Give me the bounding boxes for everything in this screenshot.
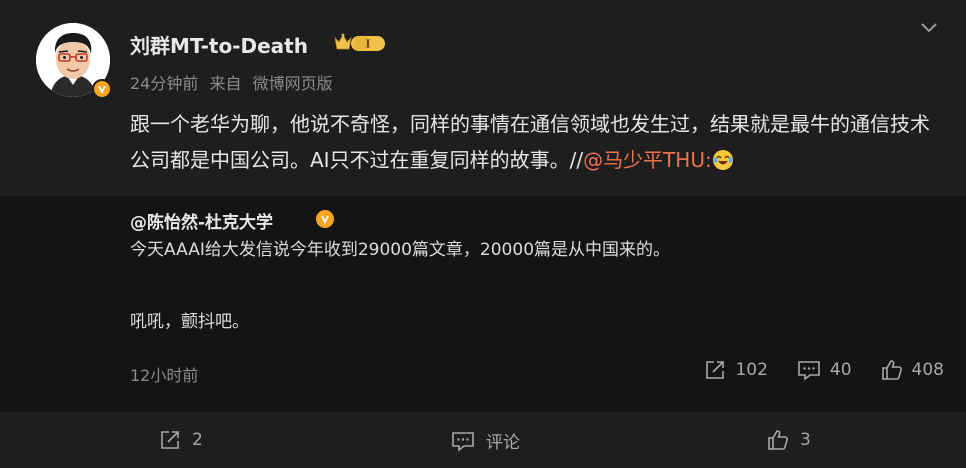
repost-author[interactable]: @陈怡然-杜克大学 (130, 208, 273, 233)
repost-actions: 102 40 408 (675, 358, 944, 382)
post-body: 跟一个老华为聊，他说不奇怪，同样的事情在通信领域也发生过，结果就是最牛的通信技术… (130, 106, 930, 178)
repost-time[interactable]: 12小时前 (130, 362, 198, 386)
chevron-down-icon[interactable] (918, 20, 940, 36)
share-icon (161, 431, 179, 449)
post-meta: 24分钟前 来自 微博网页版 (130, 70, 339, 94)
repost-text-line1: 今天AAAI给大发信说今年收到29000篇文章，20000篇是从中国来的。 (130, 240, 671, 260)
post-text: 跟一个老华为聊，他说不奇怪，同样的事情在通信领域也发生过，结果就是最牛的通信技术… (130, 112, 930, 172)
repost-text: 今天AAAI给大发信说今年收到29000篇文章，20000篇是从中国来的。 吼吼… (130, 238, 670, 334)
like-button[interactable]: 3 (766, 428, 811, 452)
repost-comment-count: 40 (829, 360, 852, 380)
repost-comment-button[interactable]: 40 (796, 358, 852, 382)
comment-icon (452, 431, 474, 452)
post-time[interactable]: 24分钟前 (130, 74, 198, 93)
thumbs-up-icon (768, 430, 788, 450)
mention-suffix: : (704, 148, 712, 172)
post-source-prefix: 来自 (209, 74, 242, 93)
level-badge-text: I (365, 38, 370, 51)
member-crown-badge-icon[interactable]: I (332, 32, 388, 54)
repost-verified-badge-icon (316, 210, 334, 228)
weibo-post-card: 刘群MT-to-Death I 24分钟前 来自 微博网页版 跟一个老华为聊，他… (0, 0, 966, 468)
repost-like-button[interactable]: 408 (880, 358, 944, 382)
post-footer-actions: 2 评论 3 (0, 412, 966, 468)
mention-link[interactable]: @马少平THU (583, 148, 705, 172)
share-count: 2 (192, 430, 203, 450)
repost-like-count: 408 (911, 360, 944, 380)
comment-button[interactable]: 评论 (450, 428, 520, 453)
repost-block[interactable]: @陈怡然-杜克大学 今天AAAI给大发信说今年收到29000篇文章，20000篇… (0, 196, 966, 412)
like-count: 3 (800, 430, 811, 450)
post-source[interactable]: 微博网页版 (253, 74, 333, 93)
post-username[interactable]: 刘群MT-to-Death (130, 30, 308, 59)
repost-share-button[interactable]: 102 (703, 358, 768, 382)
comment-label: 评论 (486, 433, 520, 453)
comment-icon (798, 361, 820, 381)
verified-badge-icon (92, 79, 112, 99)
thumbs-up-icon (881, 360, 902, 380)
laugh-cry-emoji-icon (712, 150, 733, 170)
share-icon (706, 361, 725, 379)
repost-share-count: 102 (735, 360, 768, 380)
share-button[interactable]: 2 (158, 428, 203, 452)
repost-text-line2: 吼吼，颤抖吧。 (130, 312, 249, 332)
